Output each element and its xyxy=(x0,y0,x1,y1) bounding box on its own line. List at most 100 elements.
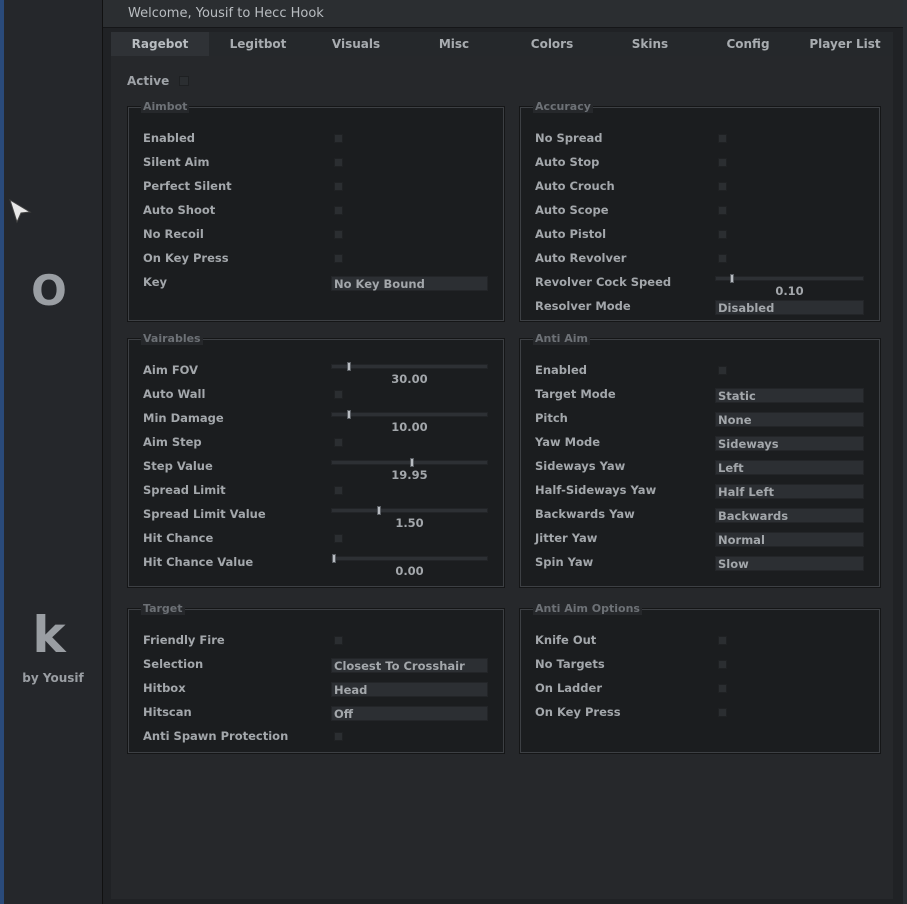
dropdown-backwards-yaw[interactable]: Backwards xyxy=(715,508,864,523)
dropdown-hitbox[interactable]: Head xyxy=(331,682,488,697)
checkbox-aa-enabled[interactable] xyxy=(718,366,727,375)
checkbox-on-ladder[interactable] xyxy=(718,684,727,693)
label-silent-aim: Silent Aim xyxy=(143,155,210,169)
checkbox-auto-pistol[interactable] xyxy=(718,230,727,239)
row-aim-fov: Aim FOV 30.00 xyxy=(129,360,503,386)
checkbox-auto-scope[interactable] xyxy=(718,206,727,215)
slider-knob[interactable] xyxy=(347,410,351,419)
slider-spread-limit-value[interactable] xyxy=(331,506,488,515)
dropdown-selection[interactable]: Closest To Crosshair xyxy=(331,658,488,673)
checkbox-hit-chance[interactable] xyxy=(334,534,343,543)
slider-hit-chance-value[interactable] xyxy=(331,554,488,563)
dropdown-resolver-mode[interactable]: Disabled xyxy=(715,300,864,315)
label-hitscan: Hitscan xyxy=(143,705,192,719)
checkbox-perfect-silent[interactable] xyxy=(334,182,343,191)
dropdown-hitscan[interactable]: Off xyxy=(331,706,488,721)
background-right xyxy=(903,0,907,904)
tab-config[interactable]: Config xyxy=(699,32,797,56)
tab-misc[interactable]: Misc xyxy=(405,32,503,56)
active-label: Active xyxy=(127,74,170,88)
checkbox-enabled[interactable] xyxy=(334,134,343,143)
label-aa-on-key-press: On Key Press xyxy=(535,705,621,719)
dropdown-pitch[interactable]: None xyxy=(715,412,864,427)
title-bar[interactable]: Welcome, Yousif to Hecc Hook xyxy=(103,0,903,28)
dropdown-sideways-yaw[interactable]: Left xyxy=(715,460,864,475)
dropdown-yaw-mode[interactable]: Sideways xyxy=(715,436,864,451)
row-min-damage: Min Damage 10.00 xyxy=(129,408,503,434)
tab-colors[interactable]: Colors xyxy=(503,32,601,56)
active-checkbox[interactable] xyxy=(179,76,189,86)
group-accuracy-title: Accuracy xyxy=(533,100,593,113)
row-step-value: Step Value 19.95 xyxy=(129,456,503,482)
slider-step-value[interactable] xyxy=(331,458,488,467)
row-hitscan: Hitscan Off xyxy=(129,702,503,722)
label-spin-yaw: Spin Yaw xyxy=(535,555,594,569)
label-hitbox: Hitbox xyxy=(143,681,186,695)
checkbox-auto-crouch[interactable] xyxy=(718,182,727,191)
group-target-title: Target xyxy=(141,602,185,615)
group-variables-title: Vairables xyxy=(141,332,203,345)
label-auto-stop: Auto Stop xyxy=(535,155,600,169)
checkbox-auto-wall[interactable] xyxy=(334,390,343,399)
checkbox-anti-spawn-protection[interactable] xyxy=(334,732,343,741)
row-yaw-mode: Yaw Mode Sideways xyxy=(521,432,879,452)
label-yaw-mode: Yaw Mode xyxy=(535,435,601,449)
checkbox-knife-out[interactable] xyxy=(718,636,727,645)
checkbox-auto-stop[interactable] xyxy=(718,158,727,167)
slider-aim-fov[interactable] xyxy=(331,362,488,371)
row-spin-yaw: Spin Yaw Slow xyxy=(521,552,879,572)
slider-min-damage[interactable] xyxy=(331,410,488,419)
dropdown-spin-yaw[interactable]: Slow xyxy=(715,556,864,571)
row-hit-chance: Hit Chance xyxy=(129,528,503,548)
row-revolver-cock-speed: Revolver Cock Speed 0.10 xyxy=(521,272,879,298)
tab-player-list[interactable]: Player List xyxy=(797,32,893,56)
tab-visuals[interactable]: Visuals xyxy=(307,32,405,56)
label-auto-shoot: Auto Shoot xyxy=(143,203,216,217)
label-spread-limit-value: Spread Limit Value xyxy=(143,507,266,521)
checkbox-auto-shoot[interactable] xyxy=(334,206,343,215)
checkbox-on-key-press[interactable] xyxy=(334,254,343,263)
checkbox-auto-revolver[interactable] xyxy=(718,254,727,263)
group-aimbot-title: Aimbot xyxy=(141,100,190,113)
label-friendly-fire: Friendly Fire xyxy=(143,633,225,647)
checkbox-aim-step[interactable] xyxy=(334,438,343,447)
row-auto-shoot: Auto Shoot xyxy=(129,200,503,220)
row-on-ladder: On Ladder xyxy=(521,678,879,698)
row-selection: Selection Closest To Crosshair xyxy=(129,654,503,674)
label-enabled: Enabled xyxy=(143,131,196,145)
slider-knob[interactable] xyxy=(332,554,336,563)
row-auto-crouch: Auto Crouch xyxy=(521,176,879,196)
slider-knob[interactable] xyxy=(347,362,351,371)
dropdown-half-sideways-yaw[interactable]: Half Left xyxy=(715,484,864,499)
label-half-sideways-yaw: Half-Sideways Yaw xyxy=(535,483,657,497)
row-half-sideways-yaw: Half-Sideways Yaw Half Left xyxy=(521,480,879,500)
slider-knob[interactable] xyxy=(410,458,414,467)
cheat-menu-window: Welcome, Yousif to Hecc Hook Ragebot Leg… xyxy=(103,0,903,904)
group-anti-aim-options-title: Anti Aim Options xyxy=(533,602,642,615)
tab-skins[interactable]: Skins xyxy=(601,32,699,56)
key-bind-button[interactable]: No Key Bound xyxy=(331,276,488,291)
tab-ragebot[interactable]: Ragebot xyxy=(111,32,209,56)
checkbox-spread-limit[interactable] xyxy=(334,486,343,495)
checkbox-no-spread[interactable] xyxy=(718,134,727,143)
tab-legitbot[interactable]: Legitbot xyxy=(209,32,307,56)
row-no-spread: No Spread xyxy=(521,128,879,148)
checkbox-no-recoil[interactable] xyxy=(334,230,343,239)
checkbox-friendly-fire[interactable] xyxy=(334,636,343,645)
label-backwards-yaw: Backwards Yaw xyxy=(535,507,635,521)
label-on-ladder: On Ladder xyxy=(535,681,602,695)
label-anti-spawn-protection: Anti Spawn Protection xyxy=(143,729,289,743)
checkbox-no-targets[interactable] xyxy=(718,660,727,669)
checkbox-aa-on-key-press[interactable] xyxy=(718,708,727,717)
checkbox-silent-aim[interactable] xyxy=(334,158,343,167)
slider-knob[interactable] xyxy=(377,506,381,515)
label-aim-step: Aim Step xyxy=(143,435,202,449)
row-aa-enabled: Enabled xyxy=(521,360,879,380)
dropdown-jitter-yaw[interactable]: Normal xyxy=(715,532,864,547)
row-auto-wall: Auto Wall xyxy=(129,384,503,404)
slider-knob[interactable] xyxy=(730,274,734,283)
row-hitbox: Hitbox Head xyxy=(129,678,503,698)
dropdown-target-mode[interactable]: Static xyxy=(715,388,864,403)
group-anti-aim: Anti Aim Enabled Target Mode Static Pitch… xyxy=(520,332,880,587)
slider-revolver-cock-speed[interactable] xyxy=(715,274,864,283)
